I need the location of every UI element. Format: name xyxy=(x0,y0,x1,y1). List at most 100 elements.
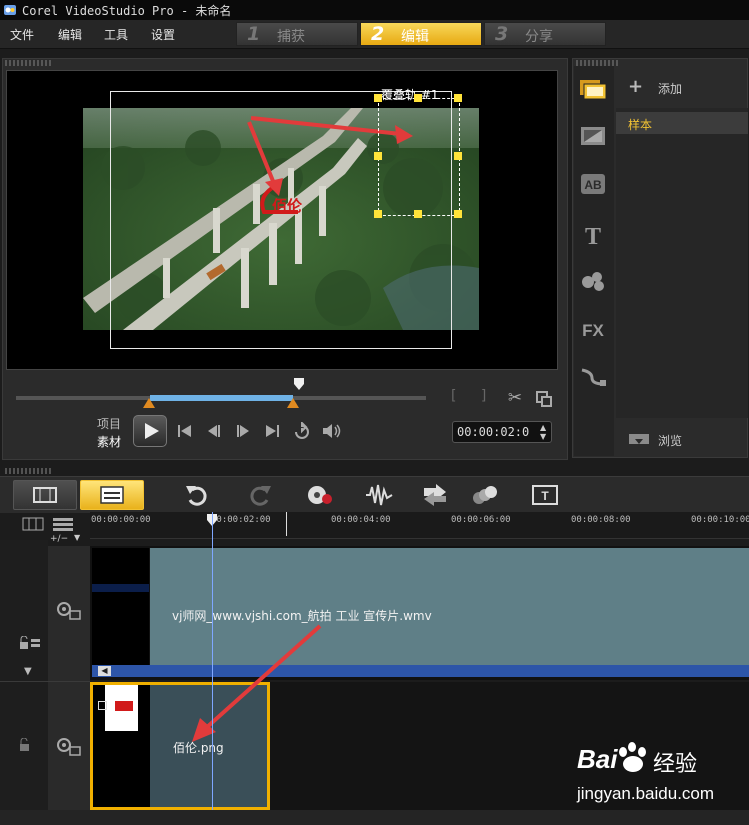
overlay-thumbnail xyxy=(93,685,150,807)
timecode-display[interactable]: 00:00:02:0 xyxy=(452,421,552,443)
timeline-playhead-line[interactable] xyxy=(212,512,213,825)
menu-edit[interactable]: 编辑 xyxy=(58,26,82,43)
resize-handle[interactable] xyxy=(454,94,462,102)
overlay-track-label: 覆叠轨 #1 xyxy=(381,88,439,102)
play-button[interactable] xyxy=(133,415,167,447)
logo-thumbnail-mark xyxy=(115,701,133,711)
ruler-tick-label: 00:00:02:00 xyxy=(211,515,271,525)
sound-mixer-icon[interactable] xyxy=(364,482,394,508)
ruler-tick-label: 00:00:04:00 xyxy=(331,515,391,525)
resize-handle[interactable] xyxy=(374,210,382,218)
track-headers xyxy=(48,546,90,810)
step-label: 编辑 xyxy=(401,29,429,45)
ruler-tick-label: 00:00:06:00 xyxy=(451,515,511,525)
step-number: 1 xyxy=(247,23,261,45)
previous-frame-icon[interactable] xyxy=(205,423,223,439)
thumbnail-stripe xyxy=(92,584,149,592)
graphics-library-icon[interactable]: AB xyxy=(578,172,608,196)
redo-icon[interactable] xyxy=(245,482,273,508)
track-side-column xyxy=(0,540,48,825)
folder-label: 样本 xyxy=(628,118,653,132)
step-label: 分享 xyxy=(525,29,553,45)
expand-tracks-arrow-icon[interactable]: ▼ xyxy=(24,666,32,677)
resize-handle[interactable] xyxy=(374,94,382,102)
auto-music-icon[interactable] xyxy=(420,482,450,508)
subtitle-editor-icon[interactable]: T xyxy=(530,482,560,508)
speaker-icon[interactable]: ◀ xyxy=(98,666,111,676)
window-title: Corel VideoStudio Pro - 未命名 xyxy=(22,4,232,18)
overlay-selection-box[interactable] xyxy=(378,98,460,216)
step-number: 3 xyxy=(495,23,509,45)
video-track-icon[interactable] xyxy=(56,600,82,622)
filter-library-icon[interactable] xyxy=(578,268,608,294)
media-library-icon[interactable] xyxy=(578,76,608,102)
split-clip-scissors-icon[interactable]: ✂ xyxy=(504,388,526,408)
resize-handle[interactable] xyxy=(414,94,422,102)
trim-mark-in[interactable] xyxy=(143,398,155,408)
logo-thumbnail xyxy=(105,685,138,731)
svg-text:AB: AB xyxy=(584,178,602,192)
resize-handle[interactable] xyxy=(414,210,422,218)
trim-range xyxy=(150,395,293,401)
svg-text:T: T xyxy=(541,489,549,503)
add-folder-label[interactable]: 添加 xyxy=(658,80,682,97)
next-frame-icon[interactable] xyxy=(234,423,252,439)
storyboard-view-button[interactable] xyxy=(13,480,77,510)
resize-handle[interactable] xyxy=(374,152,382,160)
fx-library-icon[interactable]: FX xyxy=(578,316,608,342)
resize-handle[interactable] xyxy=(454,210,462,218)
timecode-stepper[interactable]: ▲ ▼ xyxy=(540,423,546,441)
annotation-arrow xyxy=(192,624,322,742)
mark-in-out-brackets[interactable]: [ ] xyxy=(451,388,496,404)
undo-icon[interactable] xyxy=(184,482,212,508)
overlay-track-icon[interactable] xyxy=(56,736,82,758)
library-folder-list xyxy=(616,108,748,418)
mode-clip-label[interactable]: 素材 xyxy=(97,433,121,450)
path-library-icon[interactable] xyxy=(578,364,608,390)
zoom-control[interactable]: +/− xyxy=(50,534,68,544)
browse-icon[interactable] xyxy=(628,432,650,448)
ruler-tick-label: 00:00:08:00 xyxy=(571,515,631,525)
tab-share[interactable]: 3 分享 xyxy=(484,22,606,46)
menu-file[interactable]: 文件 xyxy=(10,26,34,43)
title-bar: Corel VideoStudio Pro - 未命名 xyxy=(0,0,749,20)
tab-edit[interactable]: 2 编辑 xyxy=(360,22,482,46)
zoom-dropdown-arrow-icon[interactable]: ▼ xyxy=(74,533,80,542)
svg-text:T: T xyxy=(585,224,601,248)
scrubber-knob[interactable] xyxy=(293,378,305,390)
ripple-edit-lock-icon[interactable] xyxy=(18,636,42,652)
ruler-marker-line xyxy=(286,512,287,536)
lock-icon[interactable] xyxy=(18,738,32,752)
mode-project-label[interactable]: 项目 xyxy=(97,415,121,432)
timeline-view-button[interactable] xyxy=(80,480,144,510)
go-to-start-icon[interactable] xyxy=(176,423,194,439)
watermark-brand-suffix: 经验 xyxy=(653,752,698,777)
record-capture-icon[interactable] xyxy=(305,482,335,508)
go-to-end-icon[interactable] xyxy=(263,423,281,439)
volume-icon[interactable] xyxy=(321,422,343,440)
trim-mark-out[interactable] xyxy=(287,398,299,408)
timeline-ruler[interactable] xyxy=(90,512,749,539)
folder-item-sample[interactable]: 样本 xyxy=(616,112,748,134)
timeline-scrollbar[interactable] xyxy=(0,810,749,825)
videostudio-app-icon xyxy=(4,5,16,15)
chapter-list-icon[interactable] xyxy=(52,516,74,532)
enlarge-preview-icon[interactable] xyxy=(535,390,553,408)
svg-text:FX: FX xyxy=(582,321,604,340)
step-label: 捕获 xyxy=(277,29,305,45)
browse-label[interactable]: 浏览 xyxy=(658,432,682,449)
track-manager-icon[interactable] xyxy=(22,516,44,532)
repeat-icon[interactable] xyxy=(292,422,312,440)
transition-library-icon[interactable] xyxy=(578,124,608,148)
resize-handle[interactable] xyxy=(454,152,462,160)
filmstrip-icon xyxy=(33,487,57,503)
tab-capture[interactable]: 1 捕获 xyxy=(236,22,358,46)
multi-overlay-icon[interactable] xyxy=(471,482,501,508)
title-library-icon[interactable]: T xyxy=(578,222,608,248)
add-plus-icon[interactable]: + xyxy=(628,76,643,97)
panel-grip[interactable] xyxy=(5,60,53,66)
menu-settings[interactable]: 设置 xyxy=(151,26,175,43)
menu-tools[interactable]: 工具 xyxy=(104,26,128,43)
panel-grip[interactable] xyxy=(5,468,53,474)
step-number: 2 xyxy=(371,23,385,45)
